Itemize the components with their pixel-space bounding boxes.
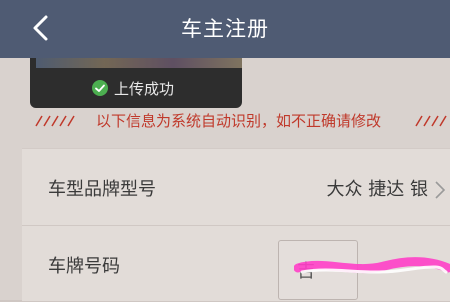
upload-card[interactable]: 上传成功 <box>30 58 242 108</box>
vehicle-model-row[interactable]: 车型品牌型号 大众 捷达 银 <box>22 149 450 226</box>
upload-status: 上传成功 <box>92 76 174 100</box>
vehicle-model-label: 车型品牌型号 <box>48 179 156 200</box>
hatch-decoration-left <box>35 115 75 127</box>
chevron-right-icon <box>435 181 446 199</box>
auto-recognize-notice: 以下信息为系统自动识别，如不正确请修改 <box>0 108 450 136</box>
check-circle-icon <box>92 80 108 96</box>
vehicle-model-value: 大众 捷达 银 <box>326 179 428 200</box>
uploaded-image-preview <box>36 58 242 68</box>
notice-text: 以下信息为系统自动识别，如不正确请修改 <box>96 112 382 130</box>
redaction-scribble <box>294 257 450 274</box>
upload-status-text: 上传成功 <box>114 79 175 98</box>
hatch-decoration-right <box>415 115 447 127</box>
app-header: 车主注册 <box>0 0 450 58</box>
page-title: 车主注册 <box>181 17 269 41</box>
plate-number-label: 车牌号码 <box>48 256 120 277</box>
